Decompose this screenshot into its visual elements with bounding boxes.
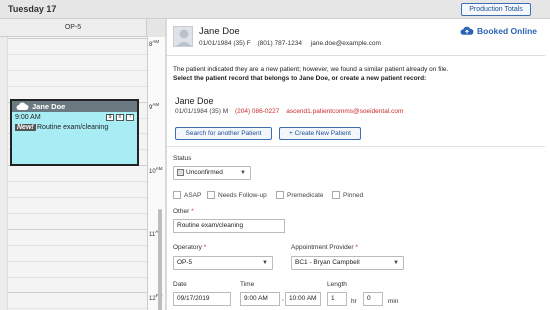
length-hours-input[interactable]: 1 [327, 292, 347, 306]
chevron-down-icon: ▼ [240, 170, 246, 176]
length-minutes-input[interactable]: 0 [363, 292, 383, 306]
time-column-header [147, 19, 165, 37]
other-input[interactable]: Routine exam/cleaning [173, 219, 285, 233]
provider-select[interactable]: BC1 - Bryan Campbell ▼ [291, 256, 404, 270]
time-label-8am: 8AM [149, 39, 160, 48]
calendar-grid-line [8, 228, 147, 230]
appointment-status-icons: $ ≡ ? [106, 114, 134, 121]
time-separator: , [282, 295, 284, 302]
cloud-booked-icon [16, 102, 29, 110]
needs-follow-up-checkbox[interactable]: Needs Follow-up [207, 191, 267, 199]
patient-avatar [173, 26, 193, 47]
cloud-upload-icon [460, 26, 474, 35]
booked-online-label: Booked Online [460, 26, 537, 36]
checkbox-label: ASAP [184, 191, 202, 199]
time-label-9am: 9AM [149, 102, 160, 111]
schedule-calendar[interactable]: 8AM 9AM 10AM 11AM 12PM [0, 37, 165, 310]
minutes-unit: min [388, 298, 399, 305]
operatory-label: Operatory * [173, 244, 207, 251]
calendar-grid-line [8, 38, 147, 39]
appointment-procedure: Routine exam/cleaning [37, 124, 109, 131]
appointment-header: Jane Doe [12, 101, 137, 112]
appointment-block[interactable]: Jane Doe 9:00 AM $ ≡ ? New! Routine exam… [10, 99, 139, 166]
checkbox-label: Premedicate [287, 191, 324, 199]
chevron-down-icon: ▼ [262, 260, 268, 266]
person-icon [176, 29, 192, 46]
booked-online-text: Booked Online [477, 26, 537, 36]
time-label: Time [240, 281, 255, 288]
calendar-grid-line [8, 85, 147, 87]
day-title: Tuesday 17 [8, 4, 57, 14]
top-bar: Tuesday 17 Production Totals [0, 0, 550, 19]
similar-patient-dob: 01/01/1984 (35) M [175, 108, 229, 115]
calendar-grid-line [8, 260, 147, 262]
provider-label: Appointment Provider * [291, 244, 358, 251]
checkbox-box[interactable] [173, 191, 181, 199]
checkbox-label: Pinned [343, 191, 364, 199]
appointment-panel: Jane Doe 01/01/1984 (35) F (801) 787-123… [167, 19, 545, 310]
production-totals-button[interactable]: Production Totals [461, 3, 531, 16]
note-icon: ≡ [116, 114, 124, 121]
header-divider [167, 55, 545, 56]
patient-email: jane.doe@example.com [310, 40, 381, 47]
calendar-grid-line [8, 308, 147, 310]
similar-patient-phone: (204) 086-0227 [234, 108, 280, 115]
status-icon [177, 168, 184, 176]
status-label: Status [173, 155, 192, 162]
new-patient-badge: New! [15, 124, 36, 131]
checkbox-label: Needs Follow-up [218, 191, 267, 199]
checkbox-box[interactable] [332, 191, 340, 199]
status-value: Unconfirmed [186, 169, 223, 176]
hours-unit: hr [351, 298, 357, 305]
calendar-grid-line [8, 53, 147, 55]
calendar-scrollbar[interactable] [158, 209, 162, 310]
status-select[interactable]: Unconfirmed ▼ [173, 166, 251, 180]
time-column: 8AM 9AM 10AM 11AM 12PM [147, 37, 165, 310]
calendar-grid-line [8, 276, 147, 278]
patient-contact-info: 01/01/1984 (35) F (801) 787-1234 jane.do… [199, 40, 381, 47]
patient-phone: (801) 787-1234 [257, 40, 302, 47]
calendar-grid-line [8, 181, 147, 183]
calendar-header: OP-5 [0, 19, 165, 37]
date-label: Date [173, 281, 187, 288]
operatory-select[interactable]: OP-5 ▼ [173, 256, 273, 270]
dollar-icon: $ [106, 114, 114, 121]
patient-dob: 01/01/1984 (35) F [199, 40, 251, 47]
question-icon: ? [126, 114, 134, 121]
duplicate-instruction-text: Select the patient record that belongs t… [173, 75, 427, 82]
duplicate-notice-text: The patient indicated they are a new pat… [173, 66, 449, 73]
similar-patient-name[interactable]: Jane Doe [175, 96, 214, 106]
operatory-value: OP-5 [177, 259, 193, 266]
create-new-patient-button[interactable]: + Create New Patient [279, 127, 361, 140]
other-label: Other * [173, 208, 194, 215]
end-time-input[interactable]: 10:00 AM [285, 292, 321, 306]
checkbox-box[interactable] [276, 191, 284, 199]
appointment-time: 9:00 AM [15, 114, 41, 121]
patient-name[interactable]: Jane Doe [199, 26, 240, 37]
time-label-10am: 10AM [149, 166, 163, 175]
section-divider [167, 146, 545, 147]
provider-value: BC1 - Bryan Campbell [295, 259, 360, 266]
similar-patient-email: ascend1.patientcomms@soeidental.com [286, 108, 404, 115]
chevron-down-icon: ▼ [393, 260, 399, 266]
calendar-grid-line [8, 197, 147, 198]
calendar-grid-line [8, 69, 147, 71]
date-input[interactable]: 09/17/2019 [173, 292, 231, 306]
checkbox-box[interactable] [207, 191, 215, 199]
calendar-left-strip [0, 37, 8, 310]
start-time-input[interactable]: 9:00 AM [240, 292, 280, 306]
premedicate-checkbox[interactable]: Premedicate [276, 191, 324, 199]
calendar-grid-line [8, 244, 147, 246]
appointment-patient-name: Jane Doe [32, 102, 66, 111]
search-another-patient-button[interactable]: Search for another Patient [175, 127, 272, 140]
pinned-checkbox[interactable]: Pinned [332, 191, 363, 199]
calendar-grid-line [8, 292, 147, 294]
calendar-grid-line [8, 212, 147, 214]
similar-patient-info: 01/01/1984 (35) M (204) 086-0227 ascend1… [175, 108, 403, 115]
asap-checkbox[interactable]: ASAP [173, 191, 201, 199]
length-label: Length [327, 281, 347, 288]
operatory-column-header[interactable]: OP-5 [0, 19, 147, 37]
